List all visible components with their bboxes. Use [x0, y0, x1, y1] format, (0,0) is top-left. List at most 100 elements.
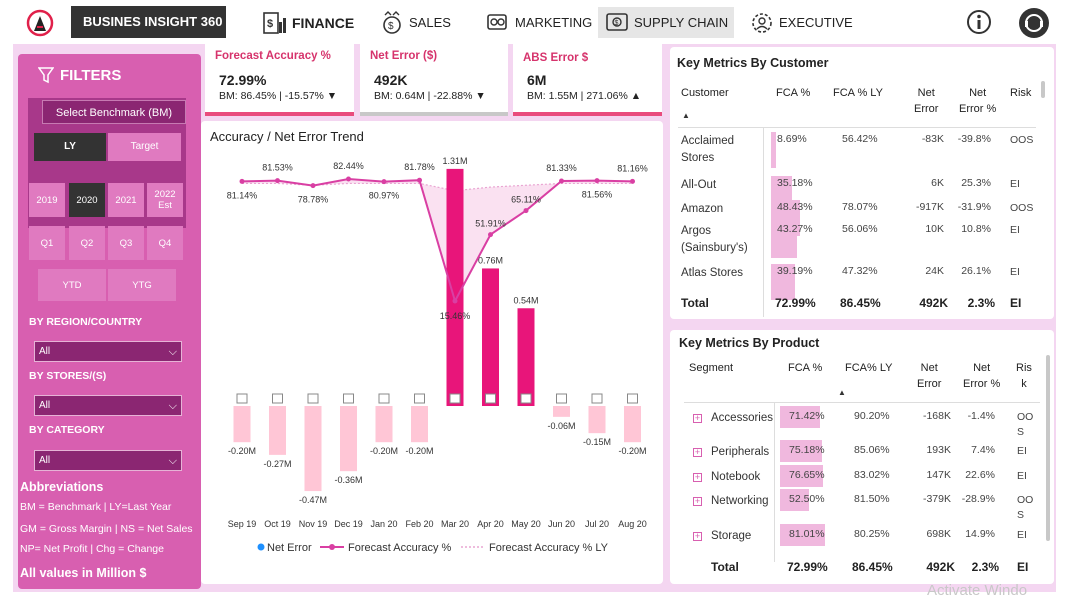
kpi-sub: BM: 1.55M | 271.06% ▲ [527, 90, 642, 102]
quarter-q1-button[interactable]: Q1 [29, 226, 65, 260]
column-header[interactable]: Net Error % [963, 360, 1000, 392]
fca-ly-value: 56.06% [842, 223, 878, 235]
column-header[interactable]: Net Error [917, 360, 941, 392]
column-header[interactable]: FCA % [776, 85, 810, 101]
abbreviation-line: GM = Gross Margin | NS = Net Sales [20, 523, 193, 535]
expand-icon[interactable]: + [693, 448, 702, 457]
column-header[interactable]: Risk [1010, 85, 1031, 101]
expand-icon[interactable]: + [693, 473, 702, 482]
forecast-accuracy-data-label: 81.16% [617, 163, 648, 173]
ytd-button[interactable]: YTD [38, 269, 106, 301]
row-label: Argos (Sainsbury's) [681, 225, 748, 254]
year-2019-button[interactable]: 2019 [29, 183, 65, 217]
down-arrow-icon: ▼ [326, 90, 338, 102]
risk-value: EI [1017, 529, 1027, 541]
fca-ly-value: 47.32% [842, 265, 878, 277]
quarter-q3-button[interactable]: Q3 [108, 226, 144, 260]
net-error-value: 10K [925, 223, 944, 235]
up-arrow-icon: ▲ [630, 90, 642, 102]
net-error-data-label: -0.15M [583, 437, 611, 447]
row-label: Notebook [711, 471, 761, 483]
column-header[interactable]: Net Error [914, 85, 938, 117]
column-divider [763, 127, 764, 317]
total-fca-ly: 86.45% [840, 296, 881, 310]
net-error-data-label: 0.54M [513, 295, 538, 305]
ytg-button[interactable]: YTG [108, 269, 176, 301]
forecast-accuracy-point [488, 232, 493, 238]
info-icon[interactable] [965, 8, 993, 36]
net-error-value: 193K [926, 444, 951, 456]
net-error-marker [449, 393, 461, 404]
nav-executive[interactable]: EXECUTIVE [749, 7, 853, 38]
executive-icon [752, 12, 772, 33]
forecast-accuracy-point [381, 179, 387, 185]
net-error-data-label: -0.20M [405, 446, 433, 456]
legend-label: Net Error [267, 542, 312, 554]
benchmark-target-button[interactable]: Target [108, 133, 181, 161]
nav-finance[interactable]: $ FINANCE [262, 7, 354, 38]
column-header[interactable]: Net Error % [959, 85, 996, 117]
benchmark-ly-button[interactable]: LY [34, 133, 106, 161]
net-error-marker [520, 393, 532, 404]
column-header[interactable]: FCA % [788, 360, 822, 376]
expand-icon[interactable]: + [693, 497, 702, 506]
legend-label: Forecast Accuracy % [348, 542, 452, 554]
scrollbar[interactable] [1046, 355, 1050, 541]
fca-value: 35.18% [777, 177, 813, 189]
legend-label: Forecast Accuracy % LY [489, 542, 609, 554]
column-header[interactable]: Segment [689, 360, 733, 376]
product-table-card: Key Metrics By Product Segment FCA % FCA% … [670, 330, 1054, 584]
net-error-bar [340, 406, 357, 472]
stores-dropdown[interactable]: All ⌵ [34, 395, 182, 416]
svg-text:$: $ [615, 20, 619, 27]
forecast-accuracy-data-label: 80.97% [369, 191, 400, 201]
net-error-bar [375, 406, 393, 443]
net-error-pct-value: 25.3% [961, 177, 991, 189]
category-label: BY CATEGORY [29, 424, 105, 436]
trend-chart-card: Accuracy / Net Error Trend -0.20M -0.27M -… [201, 121, 663, 584]
net-error-value: 24K [925, 265, 944, 277]
header-divider [684, 402, 1040, 403]
net-error-value: -917K [915, 201, 944, 213]
forecast-accuracy-data-label: 15.46% [440, 311, 471, 321]
total-fca: 72.99% [775, 296, 816, 310]
expand-icon[interactable]: + [693, 532, 702, 541]
sort-indicator-icon[interactable]: ▲ [682, 111, 690, 120]
x-tick-label: Nov 19 [299, 519, 328, 529]
sort-indicator-icon[interactable]: ▲ [838, 388, 846, 397]
scrollbar[interactable] [1041, 81, 1045, 98]
category-dropdown[interactable]: All ⌵ [34, 450, 182, 471]
column-header[interactable]: FCA% LY [845, 360, 892, 376]
year-2021-button[interactable]: 2021 [108, 183, 144, 217]
nav-supply-chain[interactable]: $ SUPPLY CHAIN [598, 7, 735, 38]
fca-ly-value: 83.02% [854, 469, 890, 481]
year-2022-button[interactable]: 2022 Est [147, 183, 183, 217]
forecast-accuracy-point [275, 178, 280, 184]
quarter-q4-button[interactable]: Q4 [147, 226, 183, 260]
total-label: Total [681, 296, 709, 310]
fca-data-bar [771, 132, 777, 168]
trend-chart: -0.20M -0.27M -0.47M -0.36M -0.20M -0.20M 1.31… [227, 156, 648, 554]
x-tick-label: Mar 20 [441, 519, 469, 529]
kpi-title: ABS Error $ [523, 52, 589, 64]
kpi-sub: BM: 86.45% | -15.57% ▼ [219, 90, 338, 102]
fca-value: 39.19% [777, 265, 813, 277]
nav-sales[interactable]: $ SALES [379, 7, 451, 38]
column-header[interactable]: FCA % LY [833, 85, 883, 101]
net-error-pct-value: 7.4% [971, 444, 995, 456]
quarter-q2-button[interactable]: Q2 [69, 226, 105, 260]
year-2020-button[interactable]: 2020 [69, 183, 105, 217]
expand-icon[interactable]: + [693, 414, 702, 423]
support-icon[interactable] [1018, 7, 1050, 39]
net-error-pct-value: -28.9% [961, 493, 995, 505]
nav-marketing[interactable]: MARKETING [485, 7, 592, 38]
forecast-accuracy-data-label: 81.33% [546, 163, 577, 173]
region-dropdown[interactable]: All ⌵ [34, 341, 182, 362]
total-net-error-pct: 2.3% [967, 296, 995, 310]
x-tick-label: Jan 20 [370, 519, 397, 529]
region-label: BY REGION/COUNTRY [29, 316, 143, 328]
forecast-accuracy-point [630, 178, 635, 184]
column-header[interactable]: Customer [681, 85, 729, 101]
column-header[interactable]: Ris k [1016, 360, 1032, 392]
fca-ly-value: 85.06% [854, 444, 890, 456]
